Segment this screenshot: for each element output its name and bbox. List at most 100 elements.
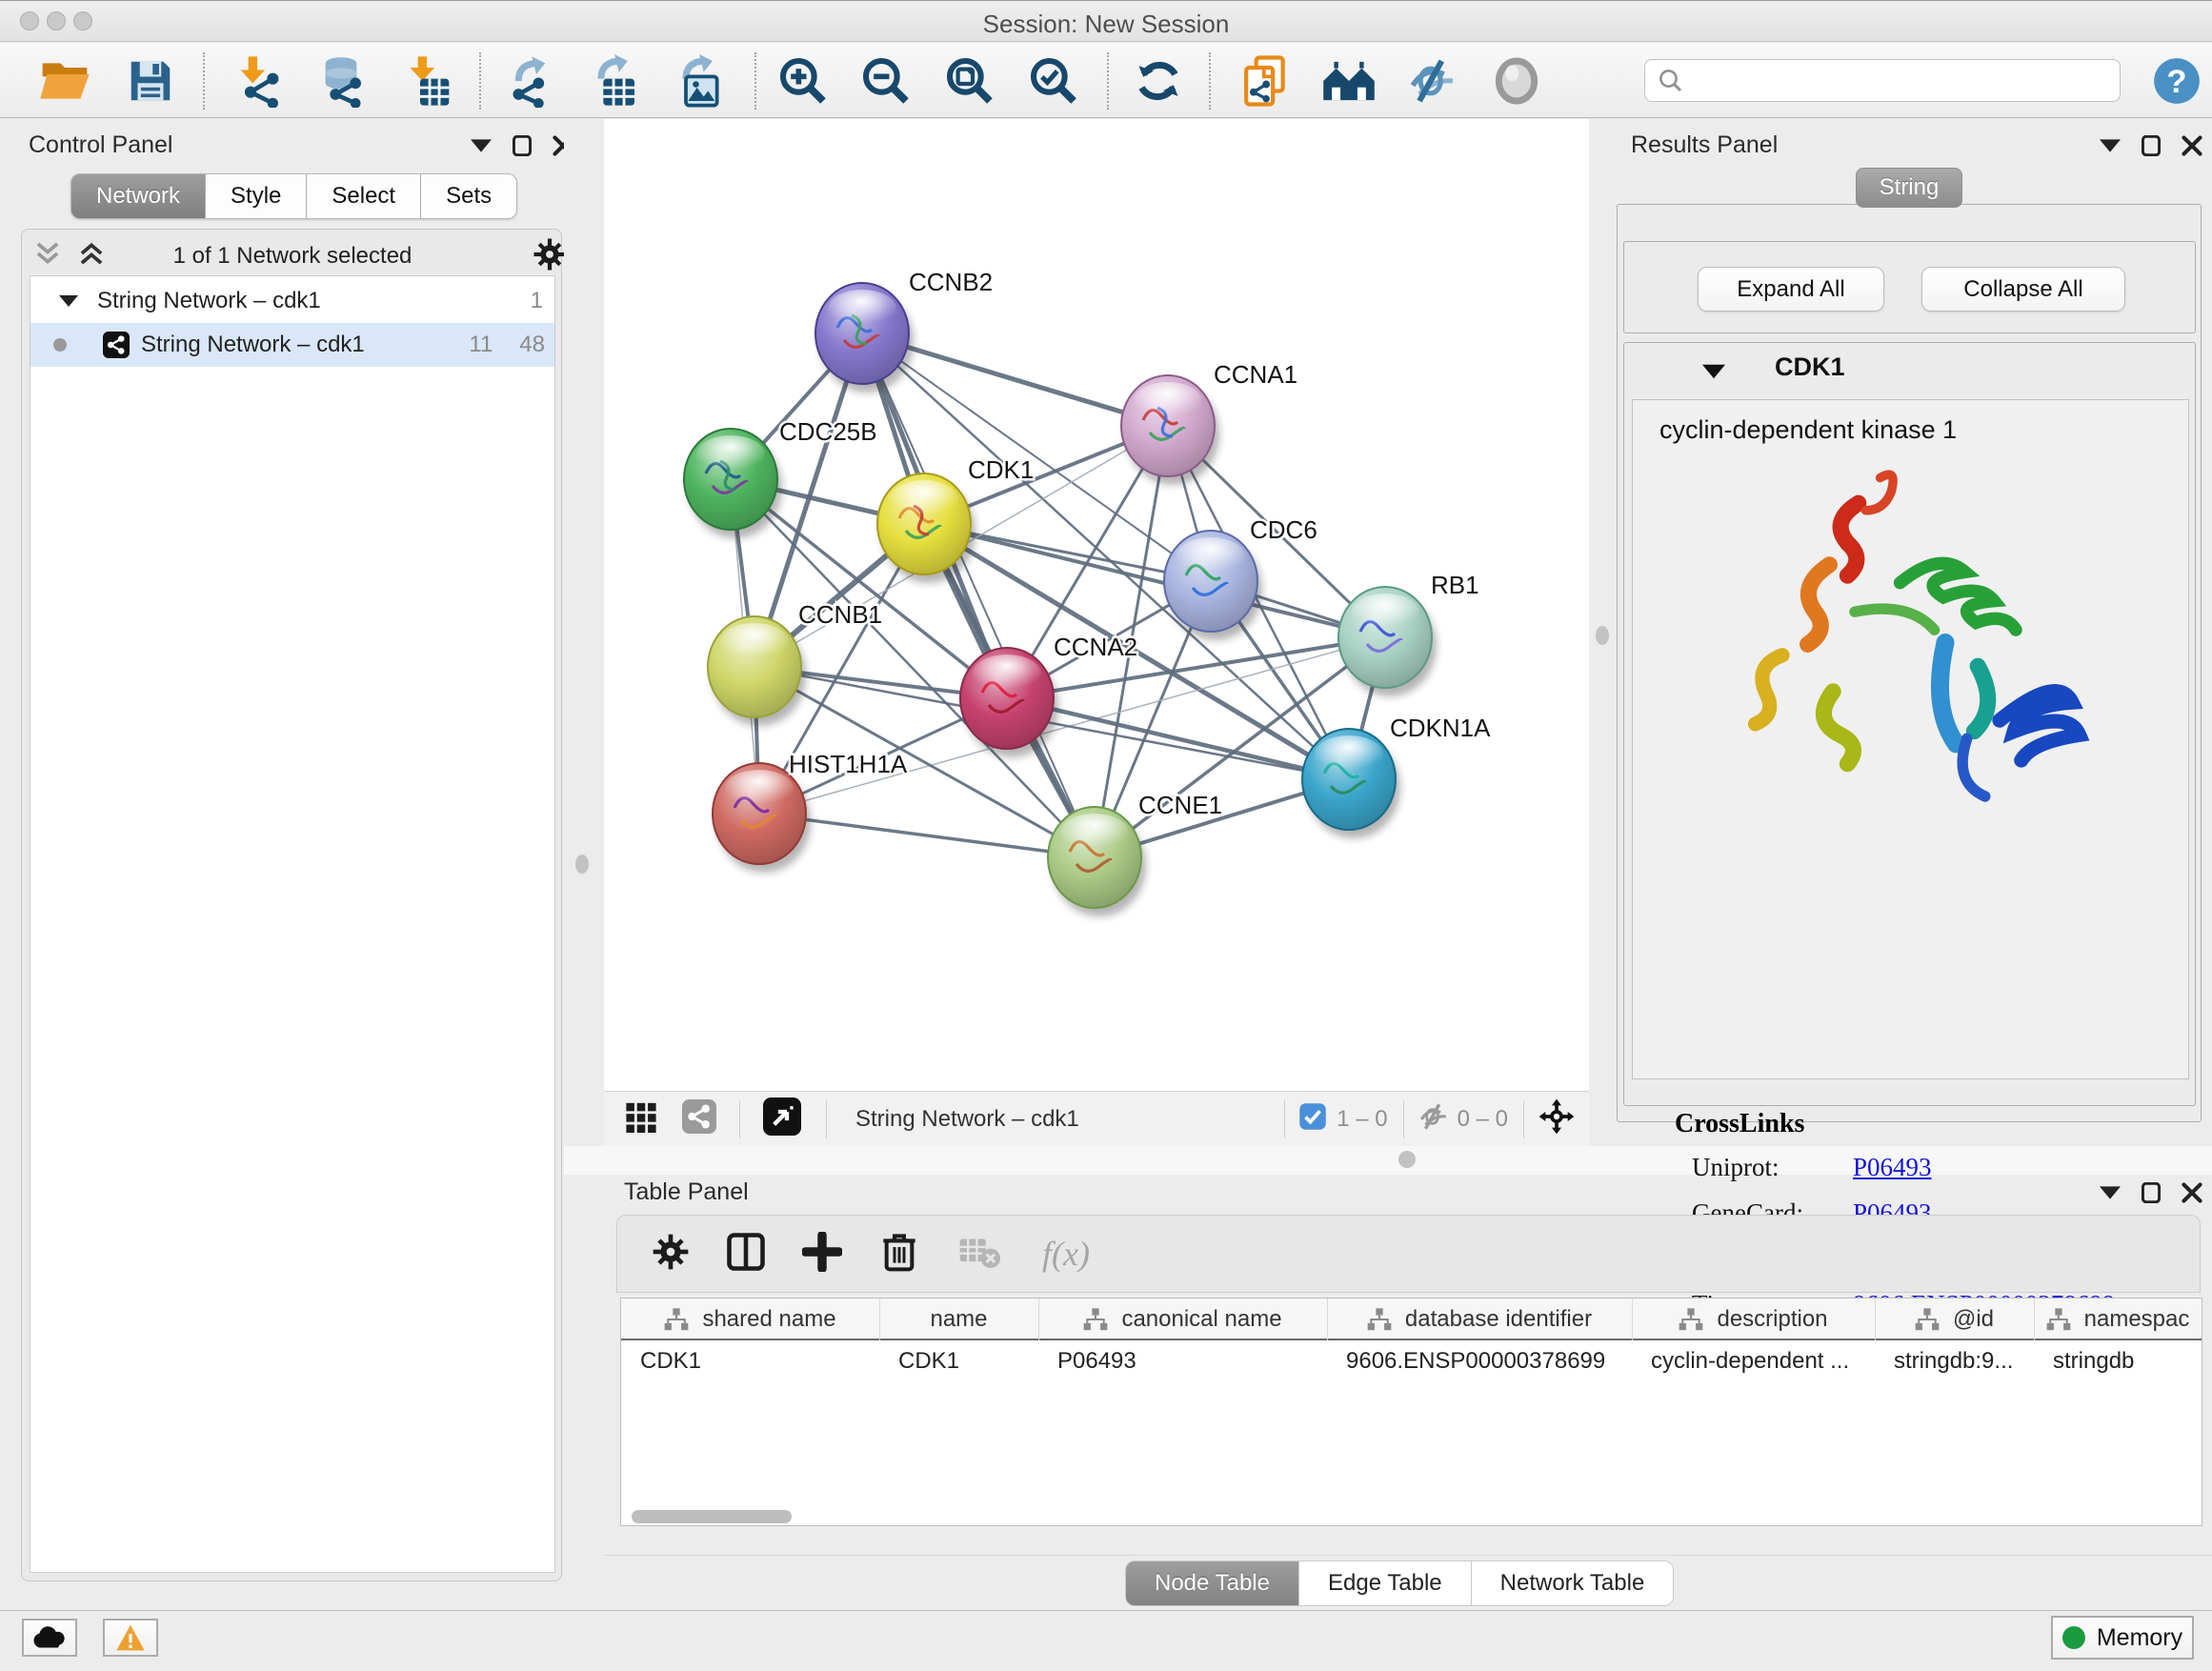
network-node-CDKN1A[interactable] xyxy=(1302,729,1400,838)
results-panel: Results Panel String Expand All Collapse… xyxy=(1616,118,2212,1146)
search-input[interactable] xyxy=(1644,59,2121,102)
zoom-selected-icon[interactable] xyxy=(1026,53,1081,109)
splitter-handle[interactable] xyxy=(1596,626,1609,645)
hide-details-icon[interactable] xyxy=(1405,53,1460,109)
node-label-CCNA1: CCNA1 xyxy=(1214,360,1297,389)
column-header-description[interactable]: description xyxy=(1632,1299,1875,1340)
grid-view-icon[interactable] xyxy=(625,1100,657,1137)
column-type-icon xyxy=(1915,1308,1940,1331)
tab-string[interactable]: String xyxy=(1856,168,1962,208)
memory-button[interactable]: Memory xyxy=(2051,1616,2194,1660)
left-splitter[interactable] xyxy=(564,118,604,1146)
cloud-button[interactable] xyxy=(22,1619,77,1657)
splitter-handle[interactable] xyxy=(575,855,589,874)
delete-table-icon[interactable] xyxy=(958,1234,1000,1275)
tab-style[interactable]: Style xyxy=(206,173,307,219)
warning-button[interactable] xyxy=(103,1619,158,1657)
table-cell: CDK1 xyxy=(898,1348,1035,1375)
network-row[interactable]: String Network – cdk1 11 48 xyxy=(30,323,554,367)
tab-node-table[interactable]: Node Table xyxy=(1125,1560,1299,1606)
zoom-fit-icon[interactable] xyxy=(942,53,997,109)
function-builder-icon[interactable]: f(x) xyxy=(1042,1234,1090,1274)
open-folder-icon[interactable] xyxy=(37,53,92,109)
node-label-CDKN1A: CDKN1A xyxy=(1390,714,1491,742)
home-networks-icon[interactable] xyxy=(1321,53,1377,109)
table-row[interactable]: CDK1CDK1P064939606.ENSP00000378699cyclin… xyxy=(621,1342,2202,1382)
tab-select[interactable]: Select xyxy=(307,173,421,219)
selected-checkbox-icon[interactable] xyxy=(1298,1102,1327,1136)
create-column-plus-icon[interactable] xyxy=(802,1232,842,1277)
first-neighbors-icon[interactable] xyxy=(1237,53,1293,109)
export-table-icon[interactable] xyxy=(587,53,642,109)
delete-column-trash-icon[interactable] xyxy=(880,1231,918,1278)
maximize-panel-icon[interactable] xyxy=(2142,1182,2161,1203)
network-share-icon xyxy=(103,332,130,358)
help-icon[interactable]: ? xyxy=(2149,53,2204,109)
network-node-CCNA1[interactable] xyxy=(1121,375,1219,485)
network-node-CDC25B[interactable] xyxy=(684,429,782,538)
collapse-all-button[interactable]: Collapse All xyxy=(1921,267,2125,312)
node-label-RB1: RB1 xyxy=(1431,571,1479,599)
network-node-RB1[interactable] xyxy=(1338,587,1437,696)
save-icon[interactable] xyxy=(123,53,178,109)
network-options-gear-icon[interactable] xyxy=(533,237,567,276)
network-node-CCNA2[interactable] xyxy=(960,648,1058,757)
hidden-eye-slash-icon[interactable] xyxy=(1418,1100,1450,1137)
collapse-row-icon[interactable] xyxy=(59,294,78,308)
column-header-namespac[interactable]: namespac xyxy=(2034,1299,2202,1340)
tab-network-table[interactable]: Network Table xyxy=(1472,1560,1675,1606)
close-panel-icon[interactable] xyxy=(2182,135,2202,156)
table-settings-gear-icon[interactable] xyxy=(652,1233,690,1276)
network-node-CCNE1[interactable] xyxy=(1048,807,1146,916)
tab-network[interactable]: Network xyxy=(70,173,206,219)
network-collection-row[interactable]: String Network – cdk1 1 xyxy=(30,279,554,323)
show-details-icon[interactable] xyxy=(1489,53,1544,109)
right-splitter[interactable] xyxy=(1589,118,1616,1146)
refresh-icon[interactable] xyxy=(1131,53,1186,109)
zoom-in-icon[interactable] xyxy=(775,53,831,109)
maximize-panel-icon[interactable] xyxy=(2142,135,2161,156)
tab-sets[interactable]: Sets xyxy=(421,173,517,219)
protein-entry-box: CDK1 cyclin-dependent kinase 1 xyxy=(1623,342,2196,1106)
float-panel-icon[interactable] xyxy=(2100,139,2121,152)
import-table-icon[interactable] xyxy=(399,53,454,109)
selected-counts: 1 – 0 xyxy=(1337,1106,1387,1133)
export-image-icon[interactable] xyxy=(672,53,727,109)
import-database-icon[interactable] xyxy=(313,53,369,109)
node-label-CCNE1: CCNE1 xyxy=(1138,791,1222,819)
network-share-view-icon[interactable] xyxy=(682,1099,716,1138)
network-node-CDK1[interactable] xyxy=(877,473,975,583)
zoom-out-icon[interactable] xyxy=(858,53,914,109)
column-header-canonical-name[interactable]: canonical name xyxy=(1038,1299,1327,1340)
float-panel-icon[interactable] xyxy=(2100,1186,2121,1199)
network-canvas[interactable]: CCNB2CCNA1CDC25BCDK1CDC6RB1CCNB1CCNA2CDK… xyxy=(604,119,1589,1091)
maximize-panel-icon[interactable] xyxy=(513,135,532,156)
close-panel-icon[interactable] xyxy=(2182,1182,2202,1203)
float-panel-icon[interactable] xyxy=(471,139,492,152)
network-node-HIST1H1A[interactable] xyxy=(713,763,811,873)
birds-eye-view-icon[interactable] xyxy=(1538,1097,1576,1140)
tab-edge-table[interactable]: Edge Table xyxy=(1299,1560,1472,1606)
toolbar-separator xyxy=(479,52,481,110)
network-node-CCNB2[interactable] xyxy=(815,283,914,393)
node-table[interactable]: shared namenamecanonical namedatabase id… xyxy=(620,1298,2202,1526)
network-view-title: String Network – cdk1 xyxy=(855,1106,1079,1133)
protein-structure-image xyxy=(1723,453,2095,815)
expand-all-button[interactable]: Expand All xyxy=(1698,267,1884,312)
protein-name: CDK1 xyxy=(1775,352,1845,382)
horizontal-scrollbar[interactable] xyxy=(632,1510,792,1523)
network-edge[interactable] xyxy=(862,333,1095,857)
import-network-icon[interactable] xyxy=(230,53,285,109)
network-tree: String Network – cdk1 1 String Network –… xyxy=(30,275,555,1573)
splitter-handle[interactable] xyxy=(1398,1151,1416,1168)
column-header-name[interactable]: name xyxy=(879,1299,1038,1340)
column-header-@id[interactable]: @id xyxy=(1875,1299,2034,1340)
export-network-icon[interactable] xyxy=(502,53,557,109)
collapse-entry-icon[interactable] xyxy=(1702,364,1725,379)
column-header-database-identifier[interactable]: database identifier xyxy=(1327,1299,1632,1340)
results-panel-title: Results Panel xyxy=(1631,131,1778,159)
column-header-shared-name[interactable]: shared name xyxy=(621,1299,879,1340)
show-columns-icon[interactable] xyxy=(726,1231,766,1278)
detach-view-icon[interactable] xyxy=(763,1097,801,1140)
toolbar-separator xyxy=(754,52,756,110)
